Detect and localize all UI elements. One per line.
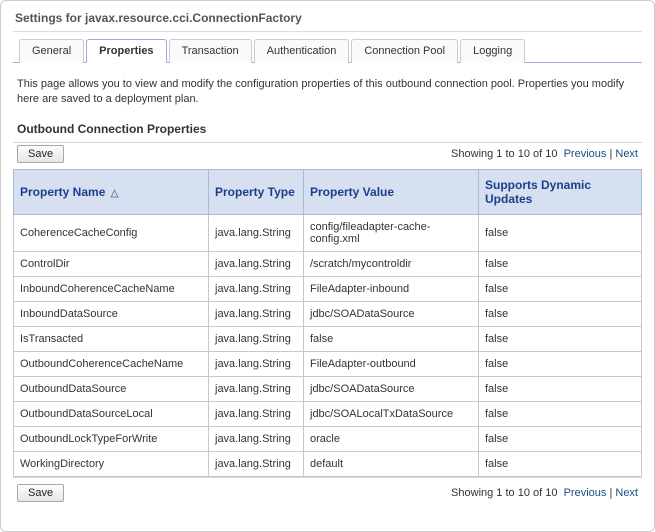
cell-value[interactable]: default [304,451,479,476]
cell-name: CoherenceCacheConfig [14,214,209,251]
col-property-type[interactable]: Property Type [209,169,304,214]
tab-connection-pool[interactable]: Connection Pool [351,39,458,63]
tab-logging[interactable]: Logging [460,39,525,63]
table-row: WorkingDirectoryjava.lang.Stringdefaultf… [14,451,642,476]
cell-type: java.lang.String [209,401,304,426]
cell-name: OutboundCoherenceCacheName [14,351,209,376]
cell-dynamic: false [479,301,642,326]
tab-authentication[interactable]: Authentication [254,39,350,63]
table-row: ControlDirjava.lang.String/scratch/mycon… [14,251,642,276]
cell-value[interactable]: jdbc/SOADataSource [304,301,479,326]
table-row: OutboundCoherenceCacheNamejava.lang.Stri… [14,351,642,376]
cell-dynamic: false [479,214,642,251]
cell-name: InboundDataSource [14,301,209,326]
tab-general[interactable]: General [19,39,84,63]
cell-name: OutboundDataSourceLocal [14,401,209,426]
pager-prev[interactable]: Previous [564,487,607,499]
table-row: OutboundDataSourcejava.lang.Stringjdbc/S… [14,376,642,401]
section-title: Outbound Connection Properties [13,118,642,142]
col-supports-dynamic[interactable]: Supports Dynamic Updates [479,169,642,214]
cell-type: java.lang.String [209,426,304,451]
cell-value[interactable]: FileAdapter-outbound [304,351,479,376]
cell-type: java.lang.String [209,351,304,376]
pager-next[interactable]: Next [615,148,638,160]
table-row: InboundDataSourcejava.lang.Stringjdbc/SO… [14,301,642,326]
cell-dynamic: false [479,276,642,301]
sort-asc-icon: △ [109,188,119,199]
cell-name: IsTransacted [14,326,209,351]
pager-bottom: Showing 1 to 10 of 10 Previous | Next [451,487,638,499]
save-button[interactable]: Save [17,484,64,502]
cell-dynamic: false [479,451,642,476]
cell-dynamic: false [479,401,642,426]
pager-showing: Showing 1 to 10 of 10 [451,487,557,499]
cell-value[interactable]: false [304,326,479,351]
cell-value[interactable]: FileAdapter-inbound [304,276,479,301]
cell-dynamic: false [479,376,642,401]
tab-transaction[interactable]: Transaction [169,39,252,63]
cell-type: java.lang.String [209,301,304,326]
cell-name: OutboundLockTypeForWrite [14,426,209,451]
cell-name: InboundCoherenceCacheName [14,276,209,301]
page-title: Settings for javax.resource.cci.Connecti… [13,9,642,32]
cell-type: java.lang.String [209,326,304,351]
cell-type: java.lang.String [209,251,304,276]
pager-prev[interactable]: Previous [564,148,607,160]
cell-type: java.lang.String [209,451,304,476]
col-property-value[interactable]: Property Value [304,169,479,214]
table-row: CoherenceCacheConfigjava.lang.Stringconf… [14,214,642,251]
tab-bar: General Properties Transaction Authentic… [13,38,642,63]
toolbar-top: Save Showing 1 to 10 of 10 Previous | Ne… [13,143,642,169]
cell-name: ControlDir [14,251,209,276]
cell-dynamic: false [479,426,642,451]
table-row: IsTransactedjava.lang.Stringfalsefalse [14,326,642,351]
table-row: OutboundLockTypeForWritejava.lang.String… [14,426,642,451]
page-description: This page allows you to view and modify … [13,63,642,118]
properties-table: Property Name △ Property Type Property V… [13,169,642,477]
cell-type: java.lang.String [209,276,304,301]
cell-type: java.lang.String [209,214,304,251]
cell-dynamic: false [479,351,642,376]
table-row: OutboundDataSourceLocaljava.lang.Stringj… [14,401,642,426]
pager-next[interactable]: Next [615,487,638,499]
save-button[interactable]: Save [17,145,64,163]
cell-dynamic: false [479,326,642,351]
toolbar-bottom: Save Showing 1 to 10 of 10 Previous | Ne… [13,477,642,504]
cell-value[interactable]: config/fileadapter-cache-config.xml [304,214,479,251]
cell-value[interactable]: jdbc/SOADataSource [304,376,479,401]
cell-value[interactable]: jdbc/SOALocalTxDataSource [304,401,479,426]
table-row: InboundCoherenceCacheNamejava.lang.Strin… [14,276,642,301]
pager-showing: Showing 1 to 10 of 10 [451,148,557,160]
cell-dynamic: false [479,251,642,276]
pager-top: Showing 1 to 10 of 10 Previous | Next [451,148,638,160]
cell-name: WorkingDirectory [14,451,209,476]
settings-window: Settings for javax.resource.cci.Connecti… [0,0,655,532]
tab-properties[interactable]: Properties [86,39,166,63]
table-header-row: Property Name △ Property Type Property V… [14,169,642,214]
cell-value[interactable]: oracle [304,426,479,451]
col-property-name[interactable]: Property Name △ [14,169,209,214]
cell-value[interactable]: /scratch/mycontroldir [304,251,479,276]
cell-type: java.lang.String [209,376,304,401]
cell-name: OutboundDataSource [14,376,209,401]
col-property-name-label: Property Name [20,185,105,199]
